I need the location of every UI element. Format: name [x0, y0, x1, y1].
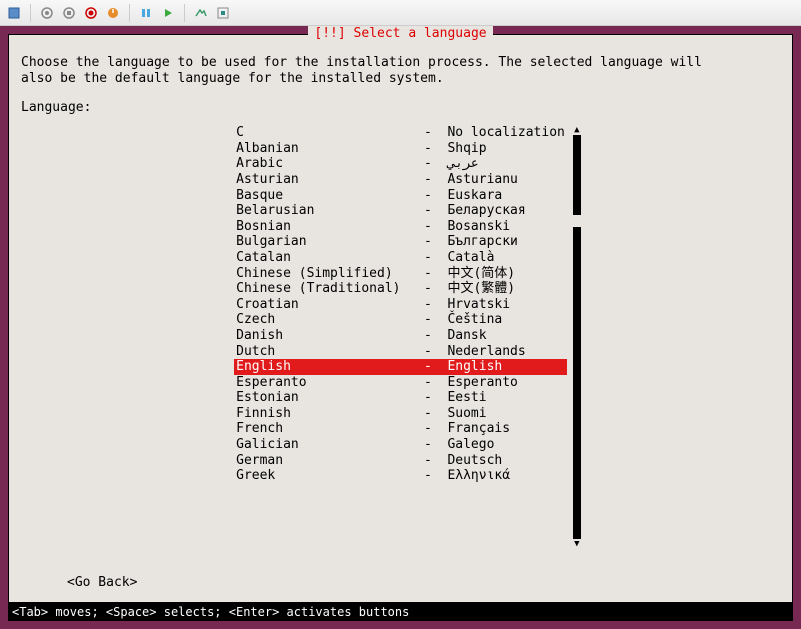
list-item[interactable]: Croatian - Hrvatski — [234, 297, 567, 313]
app-window: [!!] Select a language Choose the langua… — [0, 0, 801, 629]
list-item[interactable]: Bosnian - Bosanski — [234, 219, 567, 235]
pause-icon[interactable] — [138, 5, 154, 21]
list-item[interactable]: Greek - Ελληνικά — [234, 468, 567, 484]
dialog-instruction: Choose the language to be used for the i… — [21, 55, 780, 86]
snapshot-take-icon[interactable] — [39, 5, 55, 21]
list-item[interactable]: German - Deutsch — [234, 453, 567, 469]
language-list[interactable]: C - No localizationAlbanian - ShqipArabi… — [234, 125, 567, 549]
vm-toolbar — [0, 0, 801, 26]
scrollbar[interactable]: ▲▼ — [573, 125, 581, 549]
power-off-icon[interactable] — [105, 5, 121, 21]
toolbar-separator — [184, 4, 185, 22]
list-item[interactable]: Bulgarian - Български — [234, 234, 567, 250]
list-item[interactable]: Czech - Čeština — [234, 312, 567, 328]
list-item[interactable]: English - English — [234, 359, 567, 375]
list-item[interactable]: French - Français — [234, 421, 567, 437]
list-item[interactable]: Chinese (Simplified) - 中文(简体) — [234, 266, 567, 282]
language-dialog: [!!] Select a language Choose the langua… — [8, 34, 793, 603]
vm-screen: [!!] Select a language Choose the langua… — [0, 26, 801, 629]
list-item[interactable]: Asturian - Asturianu — [234, 172, 567, 188]
list-item[interactable]: C - No localization — [234, 125, 567, 141]
list-item[interactable]: Dutch - Nederlands — [234, 344, 567, 360]
scale-icon[interactable] — [215, 5, 231, 21]
list-label: Language: — [21, 100, 780, 115]
list-item[interactable]: Belarusian - Беларуская — [234, 203, 567, 219]
list-item[interactable]: Danish - Dansk — [234, 328, 567, 344]
list-item[interactable]: Galician - Galego — [234, 437, 567, 453]
go-back-button[interactable]: <Go Back> — [21, 575, 780, 590]
toolbar-separator — [129, 4, 130, 22]
list-item[interactable]: Basque - Euskara — [234, 188, 567, 204]
list-item[interactable]: Estonian - Eesti — [234, 390, 567, 406]
list-item[interactable]: Albanian - Shqip — [234, 141, 567, 157]
start-icon[interactable] — [160, 5, 176, 21]
list-item[interactable]: Catalan - Català — [234, 250, 567, 266]
dialog-title: [!!] Select a language — [308, 26, 492, 41]
acpi-icon[interactable] — [193, 5, 209, 21]
vbox-icon[interactable] — [6, 5, 22, 21]
snapshot-stop-icon[interactable] — [61, 5, 77, 21]
list-item[interactable]: Finnish - Suomi — [234, 406, 567, 422]
list-item[interactable]: Arabic - عربي — [234, 156, 567, 172]
list-item[interactable]: Chinese (Traditional) - 中文(繁體) — [234, 281, 567, 297]
status-bar: <Tab> moves; <Space> selects; <Enter> ac… — [8, 603, 793, 621]
list-item[interactable]: Esperanto - Esperanto — [234, 375, 567, 391]
snapshot-revert-icon[interactable] — [83, 5, 99, 21]
toolbar-separator — [30, 4, 31, 22]
